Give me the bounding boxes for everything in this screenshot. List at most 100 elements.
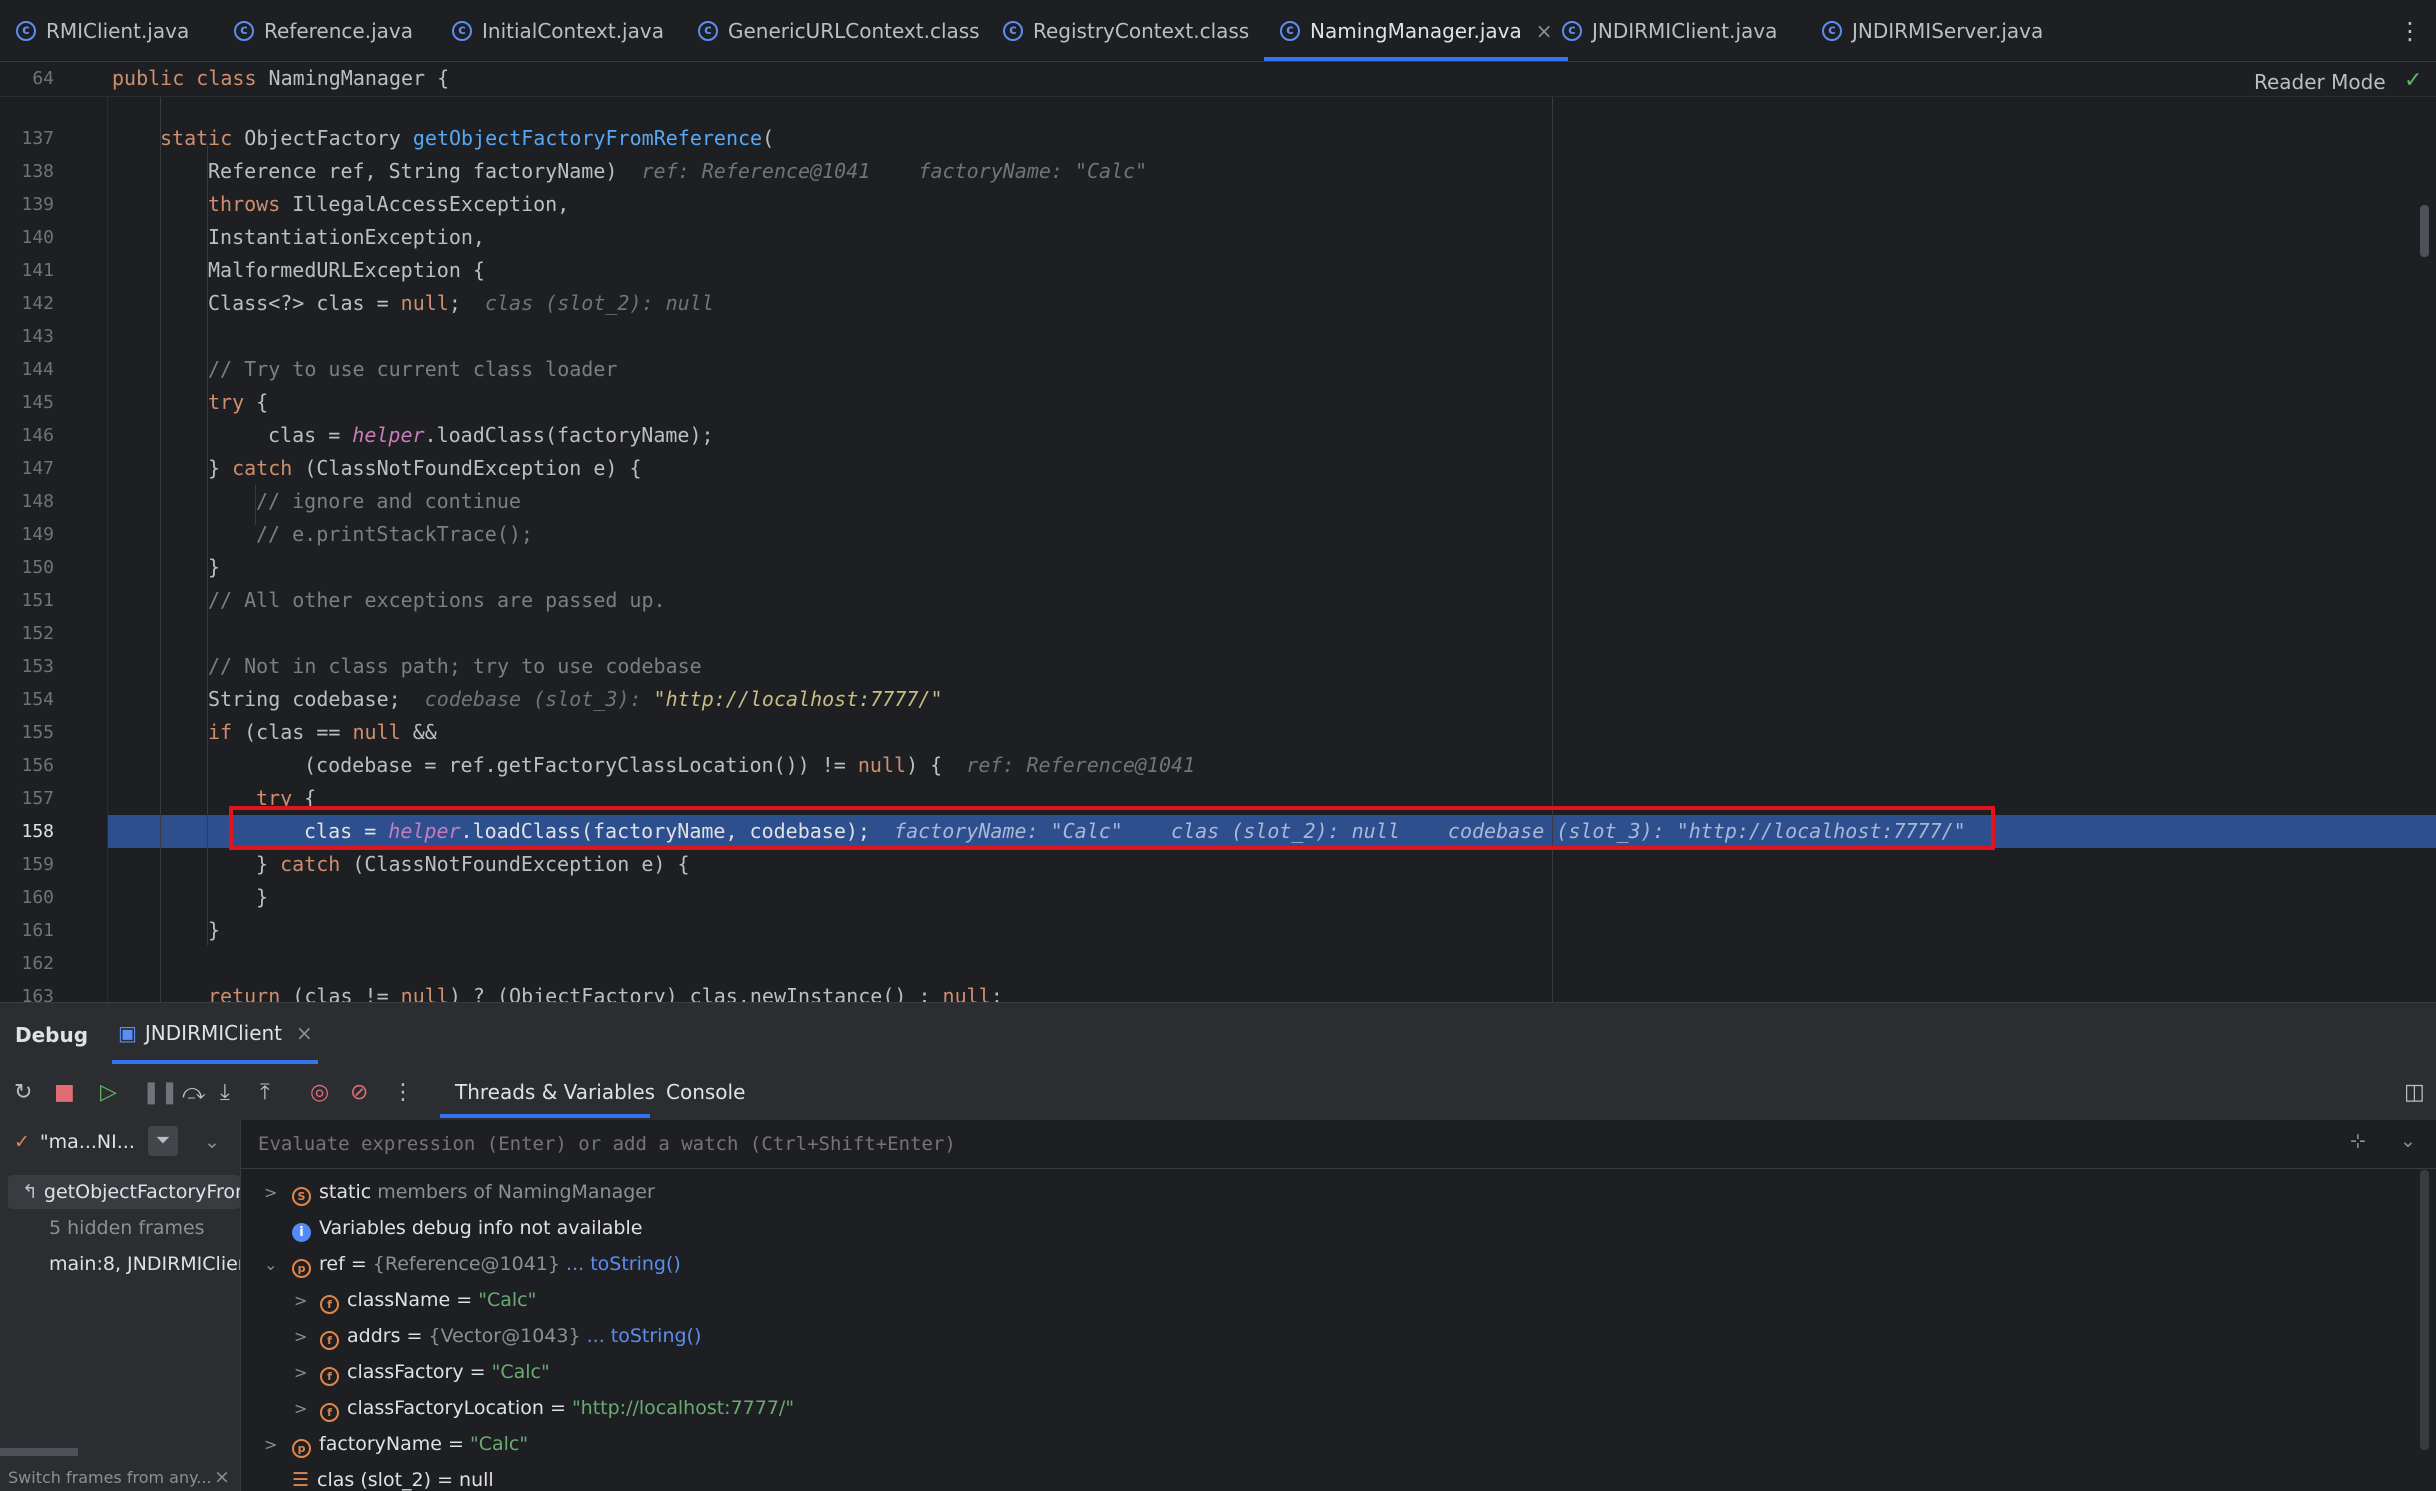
more-tabs-icon[interactable]: ⋮ xyxy=(2398,0,2422,61)
line-number: 161 xyxy=(21,920,54,941)
step-into-icon[interactable]: ⤓ xyxy=(220,1080,230,1105)
evaluate-expression-input[interactable] xyxy=(256,1128,2320,1160)
tab-console[interactable]: Console xyxy=(666,1080,745,1104)
code-token: .loadClass(factoryName); xyxy=(424,423,714,447)
var-label: members of NamingManager xyxy=(371,1181,655,1203)
code-comment: // All other exceptions are passed up. xyxy=(208,588,666,612)
code-token: helper xyxy=(352,423,425,447)
var-clas[interactable]: ☰ clas (slot_2) = null xyxy=(292,1469,494,1491)
frames-scrollbar[interactable] xyxy=(0,1448,78,1456)
frame-item[interactable]: ↰ getObjectFactoryFrom xyxy=(22,1181,240,1203)
chevron-right-icon[interactable]: > xyxy=(294,1327,307,1346)
class-icon: c xyxy=(452,20,472,41)
inline-debug-hint: codebase (slot_3): xyxy=(424,687,654,711)
line-number: 150 xyxy=(21,557,54,578)
inline-debug-hint: ref: Reference@1041 factoryName: "Calc" xyxy=(641,159,1148,183)
var-addrs[interactable]: f addrs = {Vector@1043} ... toString() xyxy=(320,1325,701,1350)
line-number: 154 xyxy=(21,689,54,710)
code-token: clas = xyxy=(268,423,353,447)
stop-icon[interactable]: ■ xyxy=(54,1080,75,1105)
var-eq: = xyxy=(543,1397,572,1419)
tab-initialcontext[interactable]: c InitialContext.java xyxy=(452,0,664,61)
chevron-right-icon[interactable]: > xyxy=(294,1363,307,1382)
var-static-members[interactable]: Sstatic members of NamingManager xyxy=(292,1181,655,1206)
local-variable-icon: ☰ xyxy=(292,1469,310,1491)
var-classname[interactable]: f className = "Calc" xyxy=(320,1289,536,1314)
info-label: Variables debug info not available xyxy=(319,1217,643,1239)
var-factoryname[interactable]: p factoryName = "Calc" xyxy=(292,1433,528,1458)
close-tab-icon[interactable]: × xyxy=(1536,19,1553,43)
chevron-down-icon[interactable]: ⌄ xyxy=(264,1255,277,1274)
code-line: } xyxy=(208,918,221,942)
tab-label: RMIClient.java xyxy=(46,18,190,43)
tab-jndirmiclient[interactable]: c JNDIRMIClient.java xyxy=(1562,0,1777,61)
more-actions-icon[interactable]: ⋮ xyxy=(392,1080,414,1105)
step-over-icon[interactable]: ⤼ xyxy=(182,1080,206,1105)
close-hint-icon[interactable]: × xyxy=(214,1466,230,1488)
view-breakpoints-icon[interactable]: ◎ xyxy=(310,1080,329,1105)
parameter-icon: p xyxy=(292,1439,311,1458)
rerun-icon[interactable]: ↻ xyxy=(14,1080,32,1105)
var-name: className xyxy=(347,1289,451,1311)
tab-registrycontext[interactable]: c RegistryContext.class xyxy=(1003,0,1249,61)
code-token: ) { xyxy=(906,753,943,777)
code-line: try { xyxy=(208,390,268,414)
class-icon: c xyxy=(234,20,254,41)
tab-reference[interactable]: c Reference.java xyxy=(234,0,413,61)
inline-debug-value: "http://localhost:7777/" xyxy=(653,687,943,711)
mute-breakpoints-icon[interactable]: ⊘ xyxy=(350,1080,368,1105)
var-info: i Variables debug info not available xyxy=(292,1217,642,1242)
layout-icon[interactable]: ◫ xyxy=(2404,1080,2425,1105)
info-icon: i xyxy=(292,1223,311,1242)
tab-namingmanager[interactable]: c NamingManager.java × xyxy=(1263,0,1569,61)
thread-selector[interactable]: ✓ "ma...NI... xyxy=(14,1131,135,1153)
code-token: IllegalAccessException, xyxy=(280,192,570,216)
chevron-down-icon[interactable]: ⌄ xyxy=(204,1131,220,1153)
run-config-icon: ▣ xyxy=(118,1021,137,1045)
frame-item[interactable]: 5 hidden frames xyxy=(49,1217,205,1239)
debug-session-tab[interactable]: ▣ JNDIRMIClient × xyxy=(118,1021,313,1045)
line-number-current: 158 xyxy=(21,821,54,842)
code-line: } xyxy=(256,885,269,909)
code-token: (clas == xyxy=(232,720,353,744)
frame-item[interactable]: main:8, JNDIRMIClient xyxy=(49,1253,240,1275)
tab-threads-variables[interactable]: Threads & Variables xyxy=(455,1080,655,1104)
var-value: "Calc" xyxy=(478,1289,537,1311)
code-token: if xyxy=(208,720,233,744)
var-name: classFactory xyxy=(347,1361,464,1383)
chevron-right-icon[interactable]: > xyxy=(264,1435,277,1454)
var-value: {Vector@1043} xyxy=(428,1325,581,1347)
step-out-icon[interactable]: ⤒ xyxy=(260,1080,270,1105)
code-token: try xyxy=(208,390,245,414)
chevron-right-icon[interactable]: > xyxy=(294,1399,307,1418)
editor-scrollbar[interactable] xyxy=(2420,205,2429,257)
switch-frames-hint: Switch frames from any... xyxy=(8,1468,212,1487)
chevron-down-icon[interactable]: ⌄ xyxy=(2400,1130,2416,1152)
var-ref[interactable]: p ref = {Reference@1041} ... toString() xyxy=(292,1253,681,1278)
add-watch-icon[interactable]: ⊹ xyxy=(2350,1130,2366,1152)
resume-icon[interactable]: ▷ xyxy=(100,1080,117,1105)
filter-icon[interactable]: ⏷ xyxy=(148,1126,178,1156)
line-number: 151 xyxy=(21,590,54,611)
var-eq: = xyxy=(450,1289,479,1311)
var-classfactorylocation[interactable]: f classFactoryLocation = "http://localhos… xyxy=(320,1397,794,1422)
code-line: return (clas != null) ? (ObjectFactory) … xyxy=(208,984,1003,1002)
check-icon[interactable]: ✓ xyxy=(2404,68,2422,93)
tab-genericurlcontext[interactable]: c GenericURLContext.class xyxy=(698,0,980,61)
chevron-right-icon[interactable]: > xyxy=(294,1291,307,1310)
variables-scrollbar[interactable] xyxy=(2420,1170,2429,1450)
var-classfactory[interactable]: f classFactory = "Calc" xyxy=(320,1361,550,1386)
code-token: null xyxy=(400,984,449,1002)
tostring-link[interactable]: ... toString() xyxy=(566,1253,681,1275)
line-number: 137 xyxy=(21,128,54,149)
pause-icon[interactable]: ❚❚ xyxy=(142,1080,179,1105)
tab-rmiclient[interactable]: c RMIClient.java xyxy=(16,0,189,61)
code-token: } xyxy=(256,852,281,876)
close-session-icon[interactable]: × xyxy=(296,1021,313,1045)
tab-label: Reference.java xyxy=(264,18,413,43)
chevron-right-icon[interactable]: > xyxy=(264,1183,277,1202)
code-token: (codebase = ref.getFactoryClassLocation(… xyxy=(304,753,858,777)
tostring-link[interactable]: ... toString() xyxy=(587,1325,702,1347)
tab-jndirmiserver[interactable]: c JNDIRMIServer.java xyxy=(1822,0,2043,61)
reader-mode-button[interactable]: Reader Mode xyxy=(2254,70,2386,94)
